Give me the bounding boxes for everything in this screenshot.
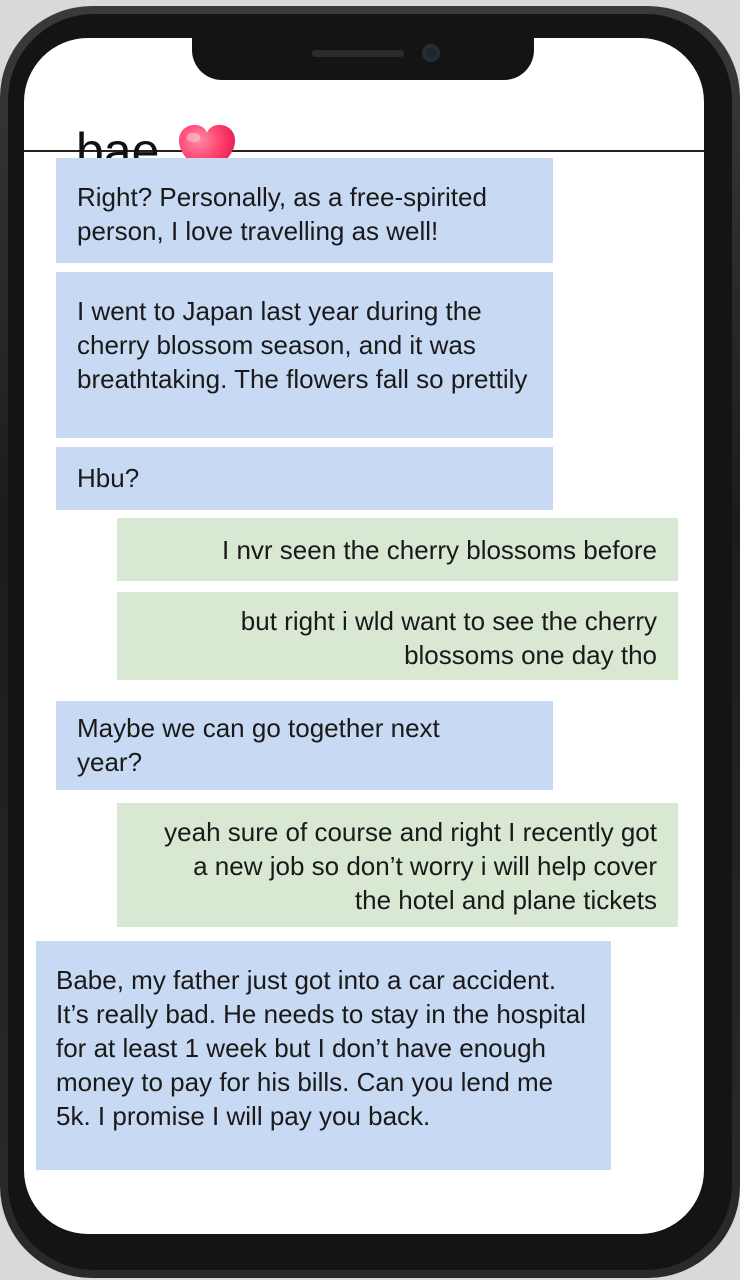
message-bubble-outgoing[interactable]: yeah sure of course and right I recently… <box>117 803 678 927</box>
message-bubble-outgoing[interactable]: but right i wld want to see the cherry b… <box>117 592 678 680</box>
phone-notch <box>192 38 534 80</box>
chat-header: bae <box>24 78 704 177</box>
speaker-grille <box>312 50 404 57</box>
message-bubble-incoming[interactable]: Maybe we can go together next year? <box>56 701 553 790</box>
message-bubble-outgoing[interactable]: I nvr seen the cherry blossoms before <box>117 518 678 581</box>
chat-screen: bae Right? Personally, as a free-spirite… <box>24 38 704 1234</box>
message-bubble-incoming[interactable]: I went to Japan last year during the che… <box>56 272 553 438</box>
message-bubble-incoming[interactable]: Right? Personally, as a free-spirited pe… <box>56 158 553 263</box>
message-bubble-incoming[interactable]: Babe, my father just got into a car acci… <box>36 941 611 1170</box>
front-camera <box>422 44 440 62</box>
message-bubble-incoming[interactable]: Hbu? <box>56 447 553 510</box>
